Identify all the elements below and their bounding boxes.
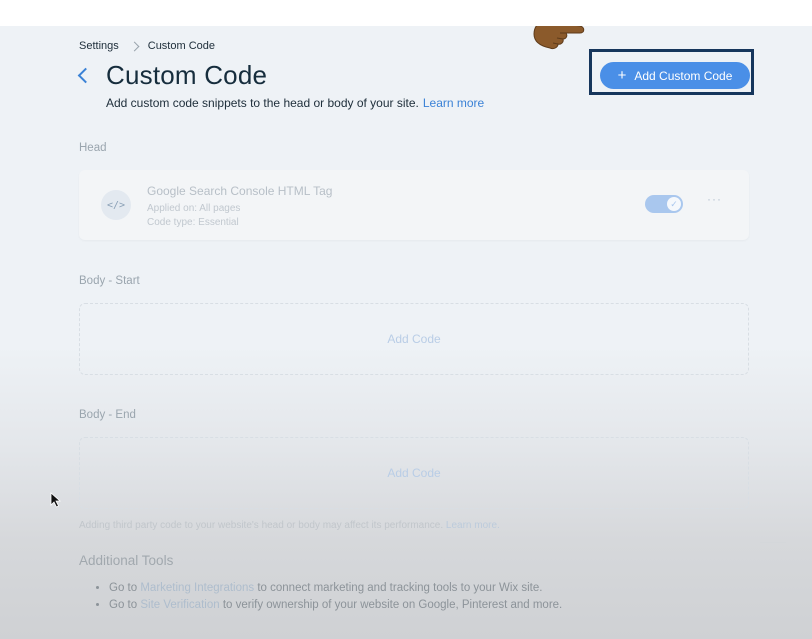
page-subtitle: Add custom code snippets to the head or … — [106, 96, 484, 110]
breadcrumb-current: Custom Code — [147, 40, 216, 52]
code-item-applied-on: Applied on: All pages — [147, 203, 241, 214]
divider — [760, 542, 786, 543]
body-start-add-code-label: Add Code — [387, 332, 441, 346]
notice-learn-more-link[interactable]: Learn more. — [446, 520, 500, 531]
plus-icon: + — [617, 67, 627, 84]
marketing-integrations-link[interactable]: Marketing Integrations — [140, 582, 254, 594]
breadcrumb-chevron-icon — [129, 41, 140, 51]
additional-tools-title: Additional Tools — [79, 553, 174, 568]
tool-item-prefix: Go to — [109, 582, 138, 594]
code-item-title: Google Search Console HTML Tag — [147, 184, 333, 198]
code-icon: </> — [101, 190, 131, 220]
tool-item-verification: Go to Site Verification to verify owners… — [109, 599, 562, 611]
pointing-hand-icon — [533, 26, 585, 50]
more-icon[interactable]: ··· — [707, 192, 722, 206]
body-end-section-label: Body - End — [79, 409, 136, 421]
tool-item-prefix: Go to — [109, 599, 138, 611]
mouse-cursor-icon — [50, 492, 62, 508]
site-verification-link[interactable]: Site Verification — [140, 599, 219, 611]
breadcrumb-settings[interactable]: Settings — [79, 40, 119, 52]
page-title: Custom Code — [106, 60, 268, 90]
custom-code-page: Settings Custom Code Custom Code Add cus… — [0, 26, 812, 639]
head-code-item[interactable]: </> Google Search Console HTML Tag Appli… — [79, 170, 749, 240]
tool-item-suffix: to connect marketing and tracking tools … — [257, 582, 543, 594]
breadcrumb: Settings Custom Code — [79, 40, 215, 52]
code-item-toggle[interactable]: ✓ — [645, 195, 683, 213]
body-end-add-code-label: Add Code — [387, 466, 441, 480]
additional-tools-list: Go to Marketing Integrations to connect … — [91, 582, 562, 616]
subtitle-text: Add custom code snippets to the head or … — [106, 96, 419, 110]
body-start-add-code-area[interactable]: Add Code — [79, 303, 749, 375]
add-custom-code-label: Add Custom Code — [634, 68, 733, 83]
learn-more-link[interactable]: Learn more — [423, 96, 484, 110]
back-chevron-icon[interactable] — [77, 67, 94, 84]
head-section-label: Head — [79, 142, 107, 154]
body-end-add-code-area[interactable]: Add Code — [79, 437, 749, 509]
add-custom-code-button[interactable]: + Add Custom Code — [600, 62, 750, 89]
code-item-code-type: Code type: Essential — [147, 217, 239, 228]
notice-text: Adding third party code to your website'… — [79, 520, 444, 531]
tool-item-suffix: to verify ownership of your website on G… — [222, 599, 563, 611]
tool-item-marketing: Go to Marketing Integrations to connect … — [109, 582, 562, 594]
performance-notice: Adding third party code to your website'… — [79, 520, 500, 531]
body-start-section-label: Body - Start — [79, 275, 140, 287]
check-icon: ✓ — [667, 197, 681, 211]
